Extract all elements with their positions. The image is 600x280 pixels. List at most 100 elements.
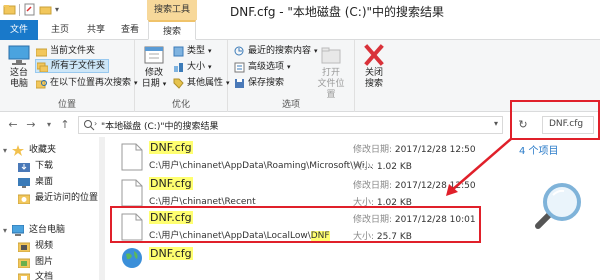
nav-item-favorites[interactable]: 收藏夹 (12, 143, 56, 158)
address-bar[interactable]: › "本地磁盘 (C:)"中的搜索结果 ▾ (78, 116, 503, 134)
this-pc-label-1: 这台 (9, 68, 28, 78)
context-tab-header: 搜索工具 (147, 0, 197, 20)
search-again-button[interactable]: 在以下位置再次搜索 ▾ (35, 76, 138, 90)
nav-item-this-pc[interactable]: 这台电脑 (11, 223, 66, 238)
folder-icon (35, 46, 48, 57)
chevron-down-icon: ▾ (287, 63, 291, 71)
nav-item-label: 最近访问的位置 (35, 193, 99, 203)
date-label: 修改日期: (353, 181, 393, 191)
nav-item-label: 文档 (35, 272, 54, 280)
nav-item-label: 图片 (35, 257, 54, 267)
group-location: 这台 电脑 当前文件夹 所有子文件夹 在以下位置再次搜索 ▾ 位置 (0, 40, 138, 112)
tab-home[interactable]: 主页 (44, 20, 76, 40)
list-item[interactable]: DNF.cfg (115, 245, 495, 280)
nav-item-documents[interactable]: 文档 (17, 270, 54, 280)
title-bar: ▾ 搜索工具 DNF.cfg - "本地磁盘 (C:)"中的搜索结果 (0, 0, 600, 20)
tab-file[interactable]: 文件 (0, 20, 38, 40)
nav-item-label: 桌面 (35, 177, 54, 187)
recent-locations-button[interactable]: ▾ (42, 118, 56, 132)
search-folder-icon (35, 78, 47, 89)
size-label: 大小 (187, 62, 206, 72)
group-refine-label: 优化 (171, 100, 190, 110)
this-pc-label-2: 电脑 (9, 79, 28, 89)
kind-button[interactable]: 类型 ▾ (173, 44, 212, 58)
recent-searches-button[interactable]: 最近的搜索内容 ▾ (234, 44, 318, 58)
up-button[interactable]: ↑ (58, 118, 72, 132)
recent-places-icon (17, 193, 31, 205)
nav-item-downloads[interactable]: 下载 (18, 159, 53, 174)
picture-folder-icon (17, 257, 31, 269)
chevron-down-icon: ▾ (162, 80, 167, 88)
other-props-button[interactable]: 其他属性 ▾ (173, 76, 230, 90)
group-close: 关闭 搜索 (355, 40, 395, 112)
back-button[interactable]: ← (6, 118, 20, 132)
chevron-down-icon: ▾ (208, 47, 212, 55)
new-folder-icon[interactable] (39, 3, 52, 16)
navigation-pane: ▾ 收藏夹 下载 桌面 最近访问的位置 ▾ 这台电脑 视频 图片 文档 (0, 137, 105, 280)
close-icon (361, 44, 387, 66)
date-meta: 修改日期: 2017/12/28 12:50 (353, 142, 476, 155)
globe-icon (121, 247, 143, 275)
nav-item-pictures[interactable]: 图片 (17, 255, 54, 270)
date-modified-label-2: 日期 (141, 79, 160, 89)
folder-icon[interactable] (3, 3, 16, 16)
current-folder-button[interactable]: 当前文件夹 (35, 44, 95, 58)
breadcrumb-chevron-icon: › (94, 119, 98, 128)
size-button[interactable]: 大小 ▾ (173, 60, 212, 74)
nav-item-desktop[interactable]: 桌面 (18, 175, 53, 190)
all-subfolders-button[interactable]: 所有子文件夹 (35, 59, 110, 73)
date-label: 修改日期: (353, 145, 393, 155)
recent-searches-label: 最近的搜索内容 (248, 46, 312, 56)
desktop-icon (18, 177, 30, 188)
nav-item-videos[interactable]: 视频 (17, 239, 54, 254)
chevron-down-icon: ▾ (208, 63, 212, 71)
search-again-label: 在以下位置再次搜索 (50, 78, 132, 88)
star-icon (12, 145, 24, 156)
size-label: 大小: (353, 162, 375, 172)
save-search-button[interactable]: 保存搜索 (234, 76, 284, 90)
advanced-options-label: 高级选项 (248, 62, 285, 72)
advanced-options-button[interactable]: 高级选项 ▾ (234, 60, 291, 74)
size-meta: 大小: 1.02 KB (353, 159, 412, 172)
kind-label: 类型 (187, 46, 206, 56)
this-pc-button[interactable]: 这台 电脑 (2, 44, 36, 90)
save-search-label: 保存搜索 (248, 78, 285, 88)
tab-search[interactable]: 搜索 (148, 20, 196, 40)
date-value: 2017/12/28 12:50 (394, 181, 476, 191)
chevron-down-icon[interactable]: ▾ (494, 119, 498, 128)
forward-button[interactable]: → (24, 118, 38, 132)
magnifier-icon (528, 178, 588, 238)
date-modified-button[interactable]: 修改 日期 ▾ (137, 44, 171, 90)
chevron-down-icon[interactable]: ▾ (55, 3, 68, 16)
subfolders-icon (36, 61, 49, 72)
nav-item-recent-places[interactable]: 最近访问的位置 (17, 191, 99, 206)
close-search-button[interactable]: 关闭 搜索 (357, 44, 391, 90)
date-modified-label-1: 修改 (144, 68, 163, 78)
computer-icon (11, 224, 25, 236)
tab-share[interactable]: 共享 (80, 20, 112, 40)
file-name: DNF.cfg (149, 247, 193, 260)
kind-icon (173, 46, 184, 57)
video-folder-icon (17, 241, 31, 253)
other-props-label: 其他属性 (187, 78, 224, 88)
recent-searches-icon (234, 46, 245, 57)
size-icon (173, 62, 184, 73)
quick-access-toolbar: ▾ (3, 3, 68, 16)
document-folder-icon (17, 272, 31, 280)
group-refine: 修改 日期 ▾ 类型 ▾ 大小 ▾ 其他属性 ▾ 优化 (135, 40, 230, 112)
open-file-location-button[interactable]: 打开 文件位置 (314, 44, 348, 101)
group-location-label: 位置 (57, 100, 76, 110)
date-meta: 修改日期: 2017/12/28 12:50 (353, 178, 476, 191)
nav-item-label: 视频 (35, 241, 54, 251)
nav-item-label: 这台电脑 (29, 225, 66, 235)
properties-icon[interactable] (23, 3, 36, 16)
tab-view[interactable]: 查看 (114, 20, 146, 40)
chevron-down-icon[interactable]: ▾ (3, 226, 7, 235)
date-value: 2017/12/28 12:50 (394, 145, 476, 155)
list-item[interactable]: DNF.cfg C:\用户\chinanet\AppData\Roaming\M… (115, 139, 495, 179)
all-subfolders-label: 所有子文件夹 (51, 61, 106, 71)
download-folder-icon (18, 161, 30, 172)
chevron-down-icon[interactable]: ▾ (3, 146, 7, 155)
tag-icon (173, 78, 184, 89)
close-search-label-2: 搜索 (364, 79, 383, 89)
